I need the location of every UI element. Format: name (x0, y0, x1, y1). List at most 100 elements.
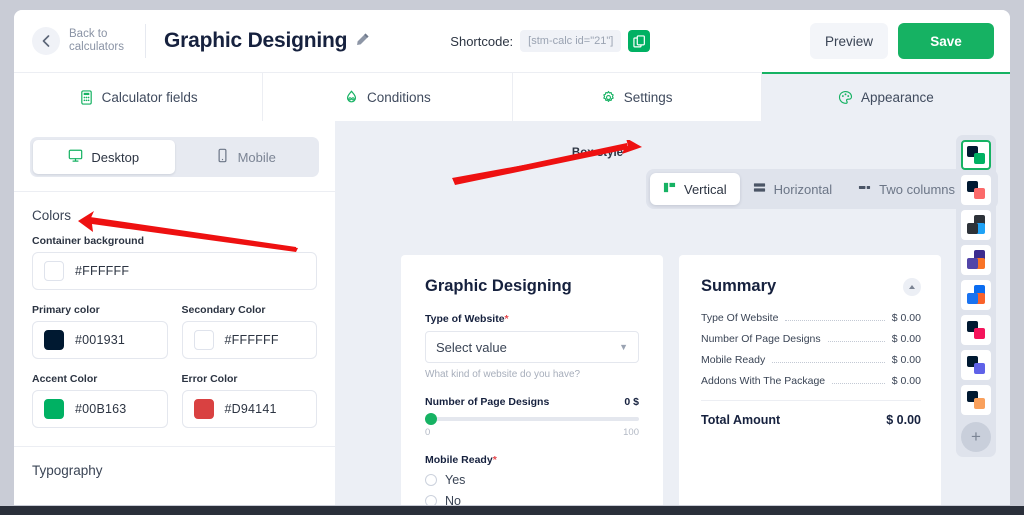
tab-settings-label: Settings (623, 89, 673, 105)
summary-row: Addons With The Package $ 0.00 (701, 375, 921, 387)
summary-row-name: Number Of Page Designs (701, 333, 821, 345)
tab-calculator-fields[interactable]: Calculator fields (14, 73, 264, 121)
tab-settings[interactable]: Settings (513, 73, 762, 121)
summary-row-leader (827, 341, 885, 342)
box-style-two-columns[interactable]: Two columns (845, 173, 968, 205)
theme-accent-square (974, 328, 985, 339)
preview-cards: Graphic Designing Type of Website* Selec… (401, 255, 1010, 505)
summary-row-leader (772, 362, 885, 363)
theme-swatch-3[interactable] (961, 210, 991, 240)
appearance-preview-area: Box style Vertical Horizontal Two column… (335, 121, 1010, 505)
page-title: Graphic Designing (164, 29, 348, 52)
summary-title: Summary (701, 277, 777, 295)
theme-swatch-7[interactable] (961, 350, 991, 380)
total-amount-value: $ 0.00 (886, 413, 921, 427)
theme-swatch-5[interactable] (961, 280, 991, 310)
radio-icon-yes[interactable] (425, 474, 437, 486)
slider-min-label: 0 (425, 427, 431, 438)
theme-accent-square (974, 363, 985, 374)
add-theme-button[interactable]: + (961, 422, 991, 452)
page-designs-scale: 0 100 (425, 427, 639, 438)
colors-section-title[interactable]: Colors (14, 192, 335, 235)
accent-color-swatch[interactable] (44, 399, 64, 419)
error-color-swatch[interactable] (193, 399, 214, 419)
field-row-primary-secondary: Primary color #001931 Secondary Color #F… (32, 304, 317, 359)
summary-row-price: $ 0.00 (891, 375, 921, 387)
form-card-title: Graphic Designing (425, 277, 572, 295)
app-body: Desktop Mobile Colors Container backgrou… (14, 121, 1010, 505)
secondary-color-input[interactable]: #FFFFFF (181, 321, 317, 359)
theme-swatch-8[interactable] (961, 385, 991, 415)
monitor-icon (68, 148, 83, 166)
typography-section-title[interactable]: Typography (14, 447, 335, 494)
page-designs-value: 0 $ (624, 396, 639, 408)
shortcode-label: Shortcode: (450, 33, 514, 49)
secondary-color-value: #FFFFFF (224, 333, 279, 347)
horizontal-layout-icon (753, 181, 766, 197)
type-of-website-select[interactable]: Select value ▼ (425, 331, 639, 363)
theme-swatch-2[interactable] (961, 175, 991, 205)
gear-icon (601, 90, 616, 105)
device-toggle-desktop-label: Desktop (91, 149, 140, 165)
preview-button[interactable]: Preview (810, 23, 888, 59)
page-designs-slider[interactable] (425, 413, 639, 425)
container-background-swatch[interactable] (44, 261, 64, 281)
theme-swatch-6[interactable] (961, 315, 991, 345)
theme-extra-square (967, 293, 978, 304)
mobile-ready-yes-label: Yes (445, 473, 466, 487)
mobile-ready-no-label: No (445, 494, 461, 505)
error-color-input[interactable]: #D94141 (181, 390, 317, 428)
calculator-icon (79, 89, 94, 105)
summary-row: Mobile Ready $ 0.00 (701, 354, 921, 366)
tab-conditions[interactable]: Conditions (263, 73, 513, 121)
accent-color-value: #00B163 (75, 402, 127, 416)
shortcode-value[interactable]: [stm-calc id="21"] (520, 30, 622, 52)
appearance-sidebar: Desktop Mobile Colors Container backgrou… (14, 121, 335, 505)
field-container-background: Container background #FFFFFF (32, 235, 317, 290)
box-style-horizontal[interactable]: Horizontal (740, 173, 846, 205)
theme-extra-square (967, 223, 978, 234)
summary-divider (701, 400, 921, 401)
theme-accent-square (974, 398, 985, 409)
theme-swatch-1[interactable] (961, 140, 991, 170)
type-of-website-selected-value: Select value (436, 339, 507, 355)
chevron-left-icon (32, 27, 60, 55)
palette-icon (838, 90, 853, 105)
header-actions: Preview Save (810, 23, 994, 59)
back-to-calculators-button[interactable]: Back to calculators (32, 27, 131, 55)
theme-accent-square (974, 188, 985, 199)
secondary-color-swatch[interactable] (193, 330, 214, 350)
summary-row-name: Type Of Website (701, 312, 779, 324)
summary-header: Summary (701, 277, 921, 296)
calculator-form-card: Graphic Designing Type of Website* Selec… (401, 255, 663, 505)
primary-color-swatch[interactable] (44, 330, 64, 350)
box-style-toggle: Vertical Horizontal Two columns (646, 169, 998, 209)
box-style-vertical[interactable]: Vertical (650, 173, 740, 205)
mobile-ready-option-no[interactable]: No (425, 494, 639, 505)
summary-row: Type Of Website $ 0.00 (701, 312, 921, 324)
slider-handle[interactable] (425, 413, 437, 425)
tab-appearance-label: Appearance (860, 90, 934, 105)
radio-icon-no[interactable] (425, 495, 437, 505)
summary-row-price: $ 0.00 (891, 333, 921, 345)
theme-swatch-4[interactable] (961, 245, 991, 275)
type-of-website-label-text: Type of Website (425, 313, 505, 325)
browser-scrollbar[interactable] (0, 506, 1024, 515)
shortcode-group: Shortcode: [stm-calc id="21"] (450, 30, 651, 52)
pencil-icon[interactable] (355, 32, 370, 51)
tab-appearance[interactable]: Appearance (761, 72, 1010, 121)
page-designs-header: Number of Page Designs 0 $ (425, 396, 639, 408)
app-header: Back to calculators Graphic Designing Sh… (14, 10, 1010, 72)
mobile-ready-label-text: Mobile Ready (425, 454, 493, 466)
save-button[interactable]: Save (898, 23, 994, 59)
accent-color-input[interactable]: #00B163 (32, 390, 168, 428)
mobile-ready-option-yes[interactable]: Yes (425, 473, 639, 487)
device-toggle-desktop[interactable]: Desktop (33, 140, 175, 174)
copy-icon[interactable] (628, 30, 651, 52)
primary-color-input[interactable]: #001931 (32, 321, 168, 359)
chevron-up-icon[interactable] (903, 277, 921, 296)
container-background-input[interactable]: #FFFFFF (32, 252, 317, 290)
summary-card: Summary Type Of Website $ 0.00 Number Of… (679, 255, 941, 505)
vertical-layout-icon (663, 181, 676, 197)
box-style-two-columns-label: Two columns (879, 181, 956, 197)
